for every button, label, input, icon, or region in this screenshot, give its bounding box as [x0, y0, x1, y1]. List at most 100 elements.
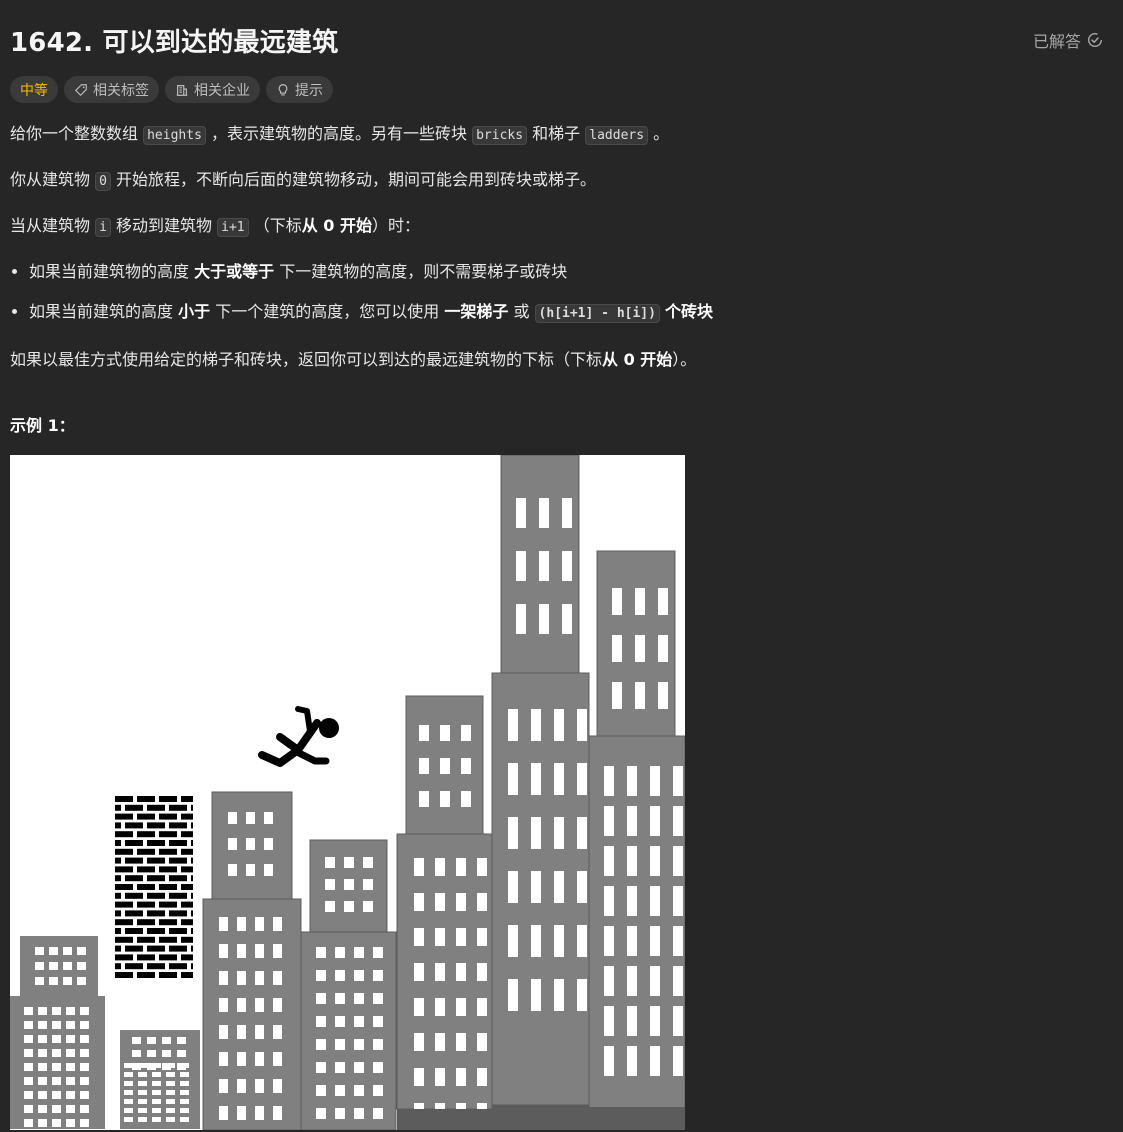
window [273, 1106, 282, 1120]
window [180, 1063, 189, 1068]
window [354, 1085, 364, 1096]
window [604, 766, 614, 796]
window [650, 1006, 660, 1036]
window [246, 864, 255, 876]
window [219, 1079, 228, 1093]
window [554, 763, 564, 795]
text: 如果以最佳方式使用给定的梯子和砖块，返回你可以到达的最远建筑物的下标（下标 [10, 350, 603, 369]
window [508, 979, 518, 1011]
window [66, 1077, 75, 1085]
window [77, 977, 86, 985]
window [539, 498, 549, 528]
hints-button[interactable]: 提示 [266, 76, 333, 103]
bold-text: 一架梯子 [444, 302, 509, 321]
window [180, 1117, 189, 1122]
window [38, 1105, 47, 1113]
window [138, 1081, 147, 1086]
window [264, 812, 273, 824]
window [650, 1046, 660, 1076]
window [255, 944, 264, 958]
window [180, 1099, 189, 1104]
brick [147, 910, 165, 917]
window [237, 1025, 246, 1039]
window [477, 893, 487, 911]
building [20, 936, 98, 1001]
window [124, 1117, 133, 1122]
brick [137, 848, 155, 855]
bold-text: 小于 [178, 302, 211, 321]
window [456, 858, 466, 876]
window [539, 604, 549, 634]
window [228, 838, 237, 850]
brick [159, 901, 177, 908]
window [673, 886, 683, 916]
page-title[interactable]: 1642. 可以到达的最远建筑 [10, 22, 338, 59]
brick [115, 848, 133, 855]
text: 移动到建筑物 [116, 216, 213, 235]
brick [125, 840, 143, 846]
window [335, 970, 345, 981]
window [627, 766, 637, 796]
window [335, 993, 345, 1004]
brick [115, 857, 121, 864]
window [66, 1119, 75, 1127]
brick [115, 910, 121, 917]
window [673, 806, 683, 836]
solved-label: 已解答 [1032, 32, 1081, 51]
window [363, 857, 373, 868]
brick [115, 831, 133, 838]
window [152, 1108, 161, 1113]
brick [191, 892, 193, 899]
window [414, 1068, 424, 1086]
bold-text: 从 0 开始 [602, 350, 673, 369]
window [237, 1106, 246, 1120]
window [316, 947, 326, 958]
window [132, 1037, 141, 1044]
list-item: 如果当前建筑物的高度 大于或等于 下一建筑物的高度，则不需要梯子或砖块 [29, 260, 1110, 284]
brick [169, 875, 187, 882]
window [24, 1077, 33, 1085]
window [335, 1085, 345, 1096]
window [650, 926, 660, 956]
window [335, 947, 345, 958]
window [166, 1063, 175, 1068]
brick [169, 804, 187, 811]
window [77, 947, 86, 955]
window [456, 963, 466, 981]
related-companies-button[interactable]: 相关企业 [165, 76, 260, 103]
window [124, 1081, 133, 1086]
window [38, 1021, 47, 1029]
window [516, 551, 526, 581]
brick [147, 945, 165, 952]
window [373, 970, 383, 981]
window [325, 857, 335, 868]
text: 如果当前建筑的高度 [29, 302, 174, 321]
brick [159, 813, 177, 820]
window [237, 917, 246, 931]
description-paragraph: 如果以最佳方式使用给定的梯子和砖块，返回你可以到达的最远建筑物的下标（下标从 0… [10, 348, 1110, 372]
window [373, 1062, 383, 1073]
brick [115, 796, 133, 802]
window [577, 763, 587, 795]
window [316, 1039, 326, 1050]
window [577, 709, 587, 741]
window [124, 1063, 133, 1068]
window [316, 970, 326, 981]
window [38, 1007, 47, 1015]
window [354, 1039, 364, 1050]
window [604, 806, 614, 836]
brick [115, 813, 133, 820]
window [80, 1119, 89, 1127]
window [80, 1049, 89, 1057]
window [508, 817, 518, 849]
related-tags-button[interactable]: 相关标签 [64, 76, 159, 103]
brick [191, 822, 193, 829]
window [673, 966, 683, 996]
window [49, 977, 58, 985]
text: ，表示建筑物的高度。另有一些砖块 [211, 124, 468, 143]
window [255, 1025, 264, 1039]
window [316, 1085, 326, 1096]
window [66, 1063, 75, 1071]
window [344, 901, 354, 912]
window [531, 817, 541, 849]
